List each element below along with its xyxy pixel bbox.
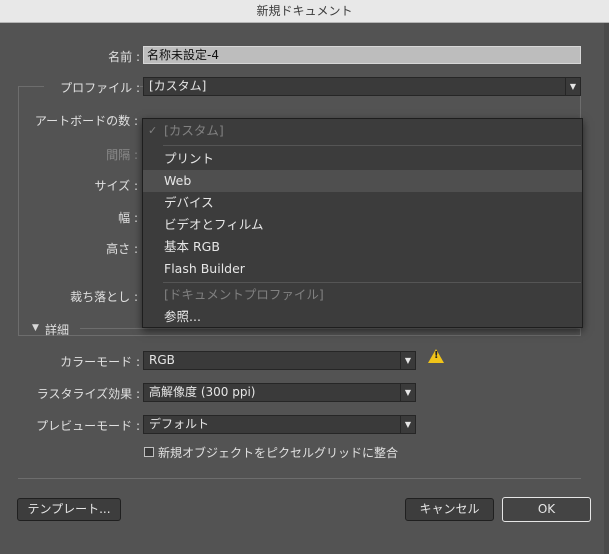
cancel-button[interactable]: キャンセル bbox=[405, 498, 494, 521]
warning-icon: ! bbox=[428, 349, 444, 363]
menu-item-custom: ✓ [カスタム] bbox=[143, 120, 582, 142]
name-field[interactable]: 名称未設定-4 bbox=[143, 46, 581, 64]
title-bar: 新規ドキュメント bbox=[0, 0, 609, 23]
menu-item-web[interactable]: Web bbox=[143, 170, 582, 192]
size-label: サイズ : bbox=[94, 179, 139, 193]
menu-item-video-film[interactable]: ビデオとフィルム bbox=[143, 214, 582, 236]
dialog-content: 名前 : 名称未設定-4 プロファイル : [カスタム] ▼ アートボードの数 … bbox=[0, 23, 609, 554]
menu-item-label: Web bbox=[164, 173, 192, 188]
chevron-down-icon: ▼ bbox=[565, 78, 580, 95]
preview-mode-label: プレビューモード : bbox=[36, 419, 140, 433]
window-title: 新規ドキュメント bbox=[256, 4, 353, 18]
raster-effects-select[interactable]: 高解像度 (300 ppi) ▼ bbox=[143, 383, 416, 402]
preview-mode-value: デフォルト bbox=[149, 417, 210, 431]
bottom-divider bbox=[18, 478, 581, 479]
menu-separator bbox=[163, 282, 581, 283]
menu-item-label: 参照... bbox=[164, 309, 201, 324]
menu-item-flash-builder[interactable]: Flash Builder bbox=[143, 258, 582, 280]
profile-select[interactable]: [カスタム] ▼ bbox=[143, 77, 581, 96]
align-pixel-grid-checkbox[interactable] bbox=[144, 447, 154, 457]
width-label: 幅 : bbox=[118, 211, 138, 225]
chevron-down-icon: ▼ bbox=[400, 384, 415, 401]
profile-dropdown-menu: ✓ [カスタム] プリント Web デバイス ビデオとフィルム 基本 RGB F… bbox=[142, 118, 583, 328]
menu-item-label: 基本 RGB bbox=[164, 239, 220, 254]
menu-item-label: [カスタム] bbox=[164, 123, 224, 138]
disclosure-triangle-icon[interactable]: ▼ bbox=[32, 323, 39, 333]
chevron-down-icon: ▼ bbox=[400, 416, 415, 433]
profile-select-value: [カスタム] bbox=[149, 79, 207, 93]
raster-effects-label: ラスタライズ効果 : bbox=[36, 387, 140, 401]
menu-item-label: プリント bbox=[164, 151, 215, 166]
color-mode-select[interactable]: RGB ▼ bbox=[143, 351, 416, 370]
name-label: 名前 : bbox=[108, 50, 140, 64]
align-pixel-grid-label: 新規オブジェクトをピクセルグリッドに整合 bbox=[158, 446, 399, 460]
menu-item-label: [ドキュメントプロファイル] bbox=[164, 287, 324, 302]
spacing-label: 間隔 : bbox=[106, 148, 138, 162]
menu-item-document-profile: [ドキュメントプロファイル] bbox=[143, 284, 582, 306]
menu-separator bbox=[163, 145, 581, 146]
color-mode-value: RGB bbox=[149, 353, 175, 367]
menu-item-browse[interactable]: 参照... bbox=[143, 306, 582, 328]
menu-item-label: デバイス bbox=[164, 195, 214, 210]
template-button[interactable]: テンプレート... bbox=[17, 498, 121, 521]
menu-item-basic-rgb[interactable]: 基本 RGB bbox=[143, 236, 582, 258]
advanced-divider bbox=[80, 328, 581, 329]
height-label: 高さ : bbox=[106, 242, 138, 256]
artboards-label: アートボードの数 : bbox=[34, 114, 138, 128]
raster-effects-value: 高解像度 (300 ppi) bbox=[149, 385, 256, 399]
menu-item-label: ビデオとフィルム bbox=[164, 217, 264, 232]
profile-label: プロファイル : bbox=[60, 81, 140, 95]
menu-item-print[interactable]: プリント bbox=[143, 148, 582, 170]
bleed-label: 裁ち落とし : bbox=[70, 290, 138, 304]
checkmark-icon: ✓ bbox=[148, 124, 158, 137]
preview-mode-select[interactable]: デフォルト ▼ bbox=[143, 415, 416, 434]
right-edge bbox=[604, 23, 609, 554]
ok-button[interactable]: OK bbox=[502, 497, 591, 522]
menu-item-label: Flash Builder bbox=[164, 261, 245, 276]
chevron-down-icon: ▼ bbox=[400, 352, 415, 369]
color-mode-label: カラーモード : bbox=[60, 355, 140, 369]
menu-item-devices[interactable]: デバイス bbox=[143, 192, 582, 214]
advanced-label: 詳細 bbox=[45, 323, 70, 337]
